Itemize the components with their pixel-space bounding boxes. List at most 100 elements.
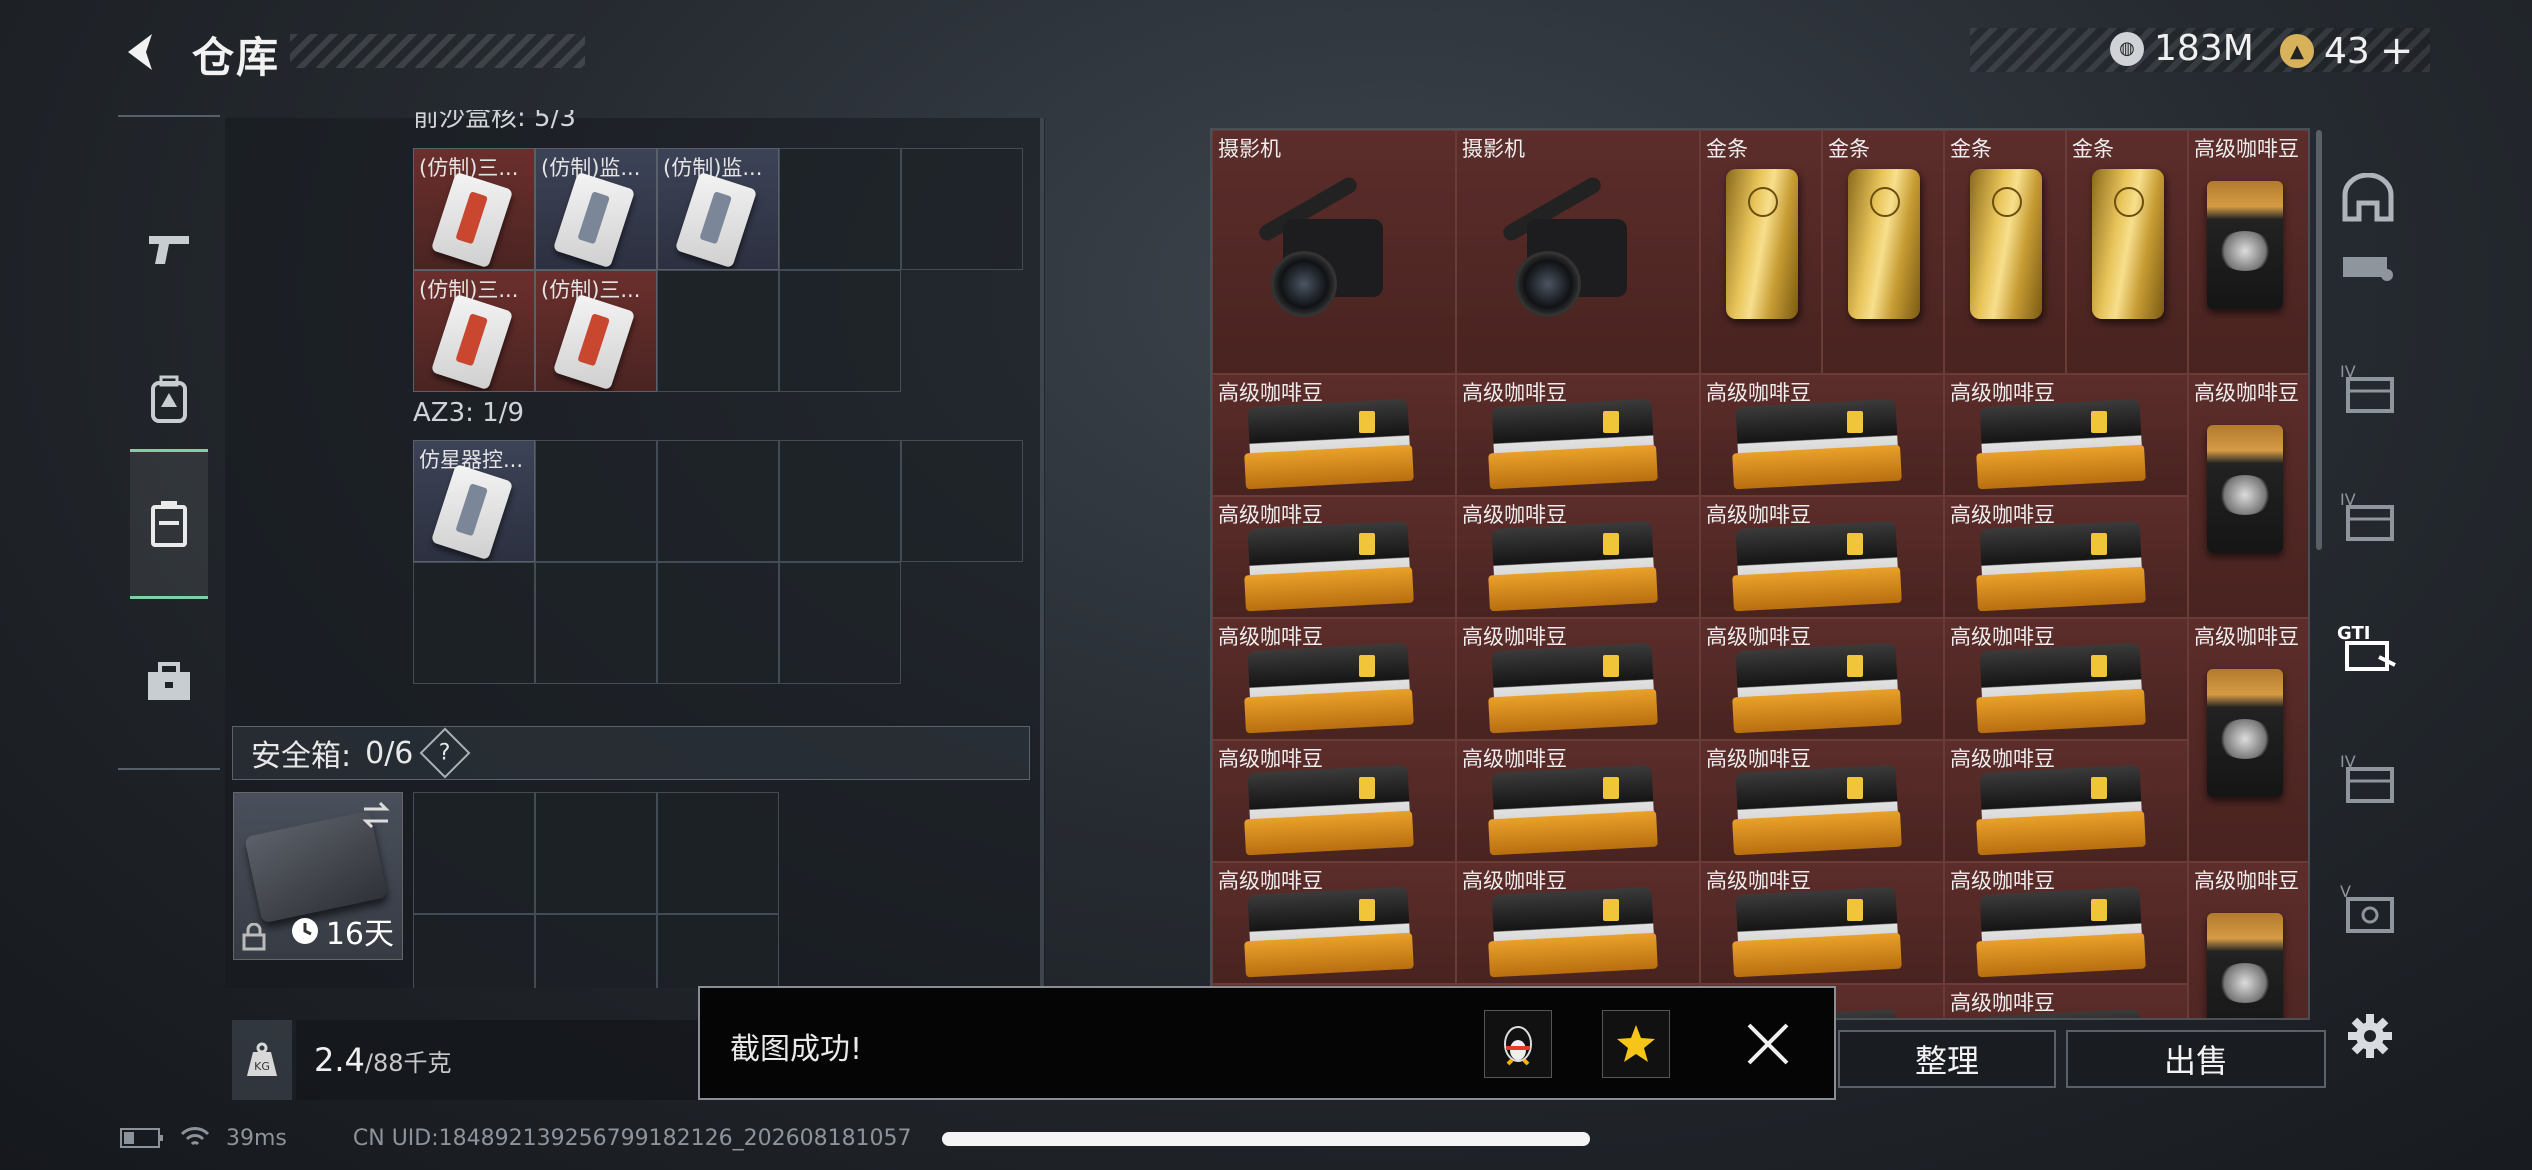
inventory-item[interactable]: 仿星器控... [413,440,535,562]
grid-cell[interactable] [535,440,657,562]
warehouse-item-coffee[interactable]: 高级咖啡豆 [1700,374,1944,496]
settings-button[interactable] [2340,1006,2400,1066]
grid-cell[interactable] [901,440,1023,562]
left-scrollbar[interactable] [1040,118,1044,988]
weight-icon: KG [232,1020,292,1100]
warehouse-item-gold[interactable]: 金条 [1944,130,2066,374]
grid-cell[interactable] [779,148,901,270]
coffee-bag-icon [1979,1008,2143,1018]
coffee-bag-icon [1976,886,2146,978]
inventory-item[interactable]: (仿制)三... [413,270,535,392]
inventory-item[interactable]: (仿制)三... [413,148,535,270]
grid-cell[interactable] [657,914,779,988]
warehouse-item-coffee[interactable]: 高级咖啡豆 [1212,740,1456,862]
side-tab-stash-iv-3[interactable]: IV [2330,740,2406,816]
share-qq-button[interactable] [1484,1010,1552,1078]
warehouse-item-coffee[interactable]: 高级咖啡豆 [1944,374,2188,496]
sell-button[interactable]: 出售 [2066,1030,2326,1088]
safe-box-item[interactable]: 16天 [233,792,403,960]
warehouse-item-coffee[interactable]: 高级咖啡豆 [2188,374,2308,618]
star-icon [1617,1025,1655,1062]
side-tab-gti[interactable]: GTI [2330,610,2406,686]
close-toast-button[interactable] [1740,1016,1796,1072]
warehouse-item-coffee[interactable]: 高级咖啡豆 [2188,130,2308,374]
warehouse-item-gold[interactable]: 金条 [1700,130,1822,374]
warehouse-item-coffee[interactable]: 高级咖啡豆 [1944,740,2188,862]
back-button[interactable] [112,22,172,82]
keycard-icon [430,293,514,391]
nav-weapon[interactable] [130,175,208,325]
warehouse-item-camera[interactable]: 摄影机 [1456,130,1700,374]
side-tab-stash-iv-2[interactable]: IV [2330,478,2406,554]
grid-cell[interactable] [413,914,535,988]
inventory-item[interactable]: (仿制)三... [535,270,657,392]
currency-premium[interactable]: ▲ 43 + [2280,28,2413,74]
safe-box-duration: 16天 [290,909,394,953]
side-tab-stash-1[interactable] [2330,230,2406,306]
battery-icon [120,1128,163,1148]
nav-toolbox[interactable] [130,607,208,757]
inventory-item[interactable]: (仿制)监... [657,148,779,270]
grid-cell[interactable] [657,270,779,392]
share-qzone-button[interactable] [1602,1010,1670,1078]
coffee-bag-icon [1244,642,1414,734]
warehouse-item-coffee[interactable]: 高级咖啡豆 [1456,618,1700,740]
lock-icon [242,923,266,951]
warehouse-item-coffee[interactable]: 高级咖啡豆 [1456,740,1700,862]
warehouse-item-gold[interactable]: 金条 [2066,130,2188,374]
warehouse-item-coffee[interactable]: 高级咖啡豆 [1456,862,1700,984]
warehouse-item-coffee[interactable]: 高级咖啡豆 [1212,374,1456,496]
warehouse-item-coffee[interactable]: 高级咖啡豆 [1700,740,1944,862]
grid-cell[interactable] [535,914,657,988]
warehouse-item-coffee[interactable]: 高级咖啡豆 [1212,862,1456,984]
warehouse-item-coffee[interactable]: 高级咖啡豆 [2188,862,2308,1018]
grid-cell[interactable] [413,562,535,684]
warehouse-item-coffee[interactable]: 高级咖啡豆 [1456,374,1700,496]
ping-text: 39ms [226,1125,287,1151]
inventory-item[interactable]: (仿制)监... [535,148,657,270]
warehouse-scrollbar[interactable] [2316,130,2322,550]
grid-cell[interactable] [657,440,779,562]
wifi-icon [180,1127,210,1146]
warehouse-item-camera[interactable]: 摄影机 [1212,130,1456,374]
penguin-icon [1504,1026,1532,1066]
home-indicator[interactable] [942,1132,1590,1146]
warehouse-item-coffee[interactable]: 高级咖啡豆 [1944,496,2188,618]
grid-cell[interactable] [779,562,901,684]
side-tab-home[interactable] [2330,160,2406,236]
side-tab-stash-v[interactable]: V [2330,870,2406,946]
locker-icon [151,501,187,547]
container-label-cut: 前沙盒核: 5/3 [413,110,576,133]
grid-cell[interactable] [901,148,1023,270]
grid-cell[interactable] [657,562,779,684]
coffee-bag-icon [1244,764,1414,856]
coffee-bag-icon [1976,642,2146,734]
warehouse-item-coffee[interactable]: 高级咖啡豆 [1700,618,1944,740]
add-currency-button[interactable]: + [2380,28,2414,74]
duration-text: 16天 [325,917,394,952]
warehouse-item-coffee[interactable]: 高级咖啡豆 [1944,984,2188,1018]
warehouse-item-coffee[interactable]: 高级咖啡豆 [1944,618,2188,740]
grid-cell[interactable] [535,562,657,684]
warehouse-item-coffee[interactable]: 高级咖啡豆 [1212,618,1456,740]
warehouse-item-coffee[interactable]: 高级咖啡豆 [1212,496,1456,618]
camera-icon [1497,171,1627,321]
warehouse-item-coffee[interactable]: 高级咖啡豆 [1456,496,1700,618]
grid-cell[interactable] [413,792,535,914]
weight-value: 2.4/88千克 [296,1020,722,1100]
grid-cell[interactable] [535,792,657,914]
warehouse-item-coffee[interactable]: 高级咖啡豆 [1944,862,2188,984]
sort-button[interactable]: 整理 [1838,1030,2056,1088]
grid-cell[interactable] [779,440,901,562]
grid-cell[interactable] [779,270,901,392]
help-icon[interactable]: ? [419,727,471,779]
warehouse-item-coffee[interactable]: 高级咖啡豆 [2188,618,2308,862]
warehouse-item-gold[interactable]: 金条 [1822,130,1944,374]
grid-cell[interactable] [657,792,779,914]
crate-iv-icon: IV [2340,490,2394,541]
nav-inventory[interactable] [130,449,208,599]
warehouse-item-coffee[interactable]: 高级咖啡豆 [1700,496,1944,618]
warehouse-item-coffee[interactable]: 高级咖啡豆 [1700,862,1944,984]
side-tab-stash-iv-1[interactable]: IV [2330,350,2406,426]
gold-bar-icon [1848,169,1920,319]
